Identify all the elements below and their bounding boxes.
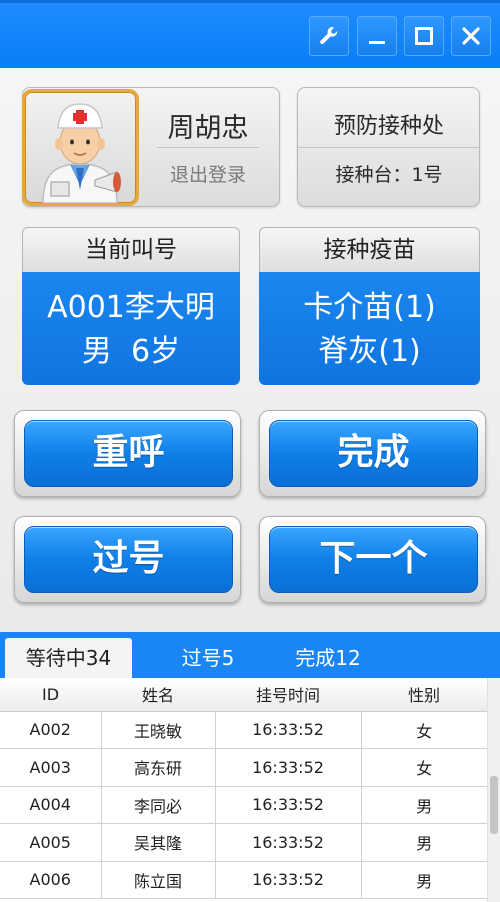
station-title: 预防接种处: [333, 114, 444, 139]
maximize-button[interactable]: [404, 16, 444, 56]
cell-name: 高东研: [101, 748, 216, 787]
cell-gender: 女: [361, 748, 487, 787]
table-row[interactable]: A002 王晓敏 16:33:52 女: [0, 711, 487, 749]
tab-completed[interactable]: 完成12: [278, 638, 378, 678]
current-patient-info: 男 6岁: [81, 334, 181, 369]
doctor-avatar-icon: [22, 89, 139, 206]
settings-button[interactable]: [309, 16, 349, 56]
complete-button[interactable]: 完成: [269, 420, 478, 487]
next-button-frame: 下一个: [259, 516, 486, 603]
complete-button-frame: 完成: [259, 410, 486, 497]
logout-link[interactable]: 退出登录: [148, 160, 268, 187]
cell-id: A006: [0, 861, 102, 899]
cell-name: 陈立国: [101, 861, 216, 899]
column-header[interactable]: ID: [0, 678, 101, 712]
recall-button[interactable]: 重呼: [24, 420, 233, 487]
tab-waiting[interactable]: 等待中34: [5, 638, 132, 678]
table-header-row: ID 姓名 挂号时间 性别: [0, 678, 487, 712]
maximize-icon: [413, 25, 435, 47]
user-name: 周胡忠: [167, 113, 249, 144]
cell-id: A005: [0, 823, 102, 862]
tab-skipped[interactable]: 过号5: [160, 638, 256, 678]
current-call-header: 当前叫号: [22, 227, 240, 272]
close-button[interactable]: [451, 16, 491, 56]
column-header[interactable]: 姓名: [101, 678, 215, 712]
table-row[interactable]: A003 高东研 16:33:52 女: [0, 748, 487, 787]
next-button[interactable]: 下一个: [269, 526, 478, 593]
queue-table: ID 姓名 挂号时间 性别 A002 王晓敏 16:33:52 女 A003 高…: [0, 678, 500, 902]
cell-name: 李同必: [101, 786, 216, 824]
divider: [157, 147, 259, 148]
cell-time: 16:33:52: [215, 861, 362, 899]
table-row[interactable]: A006 陈立国 16:33:52 男: [0, 861, 487, 899]
minimize-icon: [366, 25, 388, 47]
minimize-button[interactable]: [357, 16, 397, 56]
table-row[interactable]: A004 李同必 16:33:52 男: [0, 786, 487, 824]
vaccine-item: 脊灰(1): [318, 334, 421, 369]
cell-gender: 男: [361, 823, 487, 862]
cell-gender: 男: [361, 861, 487, 899]
vaccine-item: 卡介苗(1): [303, 290, 436, 325]
close-icon: [460, 25, 482, 47]
table-scrollbar[interactable]: [487, 678, 500, 902]
cell-gender: 男: [361, 786, 487, 824]
divider: [298, 147, 480, 148]
current-patient: A001李大明: [47, 290, 215, 325]
cell-time: 16:33:52: [215, 711, 362, 749]
current-call-panel: A001李大明 男 6岁: [22, 272, 240, 385]
column-header[interactable]: 性别: [361, 678, 487, 712]
station-desk: 接种台：1号: [335, 164, 443, 186]
cell-gender: 女: [361, 711, 487, 749]
cell-time: 16:33:52: [215, 748, 362, 787]
cell-name: 王晓敏: [101, 711, 216, 749]
vaccine-header: 接种疫苗: [259, 227, 480, 272]
wrench-icon: [318, 25, 340, 47]
skip-button-frame: 过号: [14, 516, 241, 603]
cell-name: 吴其隆: [101, 823, 216, 862]
cell-id: A002: [0, 711, 102, 749]
cell-time: 16:33:52: [215, 823, 362, 862]
column-header[interactable]: 挂号时间: [215, 678, 361, 712]
cell-id: A003: [0, 748, 102, 787]
recall-button-frame: 重呼: [14, 410, 241, 497]
cell-time: 16:33:52: [215, 786, 362, 824]
queue-tabs: 等待中34 过号5 完成12: [0, 632, 500, 678]
cell-id: A004: [0, 786, 102, 824]
table-row[interactable]: A005 吴其隆 16:33:52 男: [0, 823, 487, 862]
skip-button[interactable]: 过号: [24, 526, 233, 593]
title-bar: [0, 0, 500, 68]
scrollbar-thumb[interactable]: [490, 776, 498, 834]
vaccine-panel: 卡介苗(1) 脊灰(1): [259, 272, 480, 385]
